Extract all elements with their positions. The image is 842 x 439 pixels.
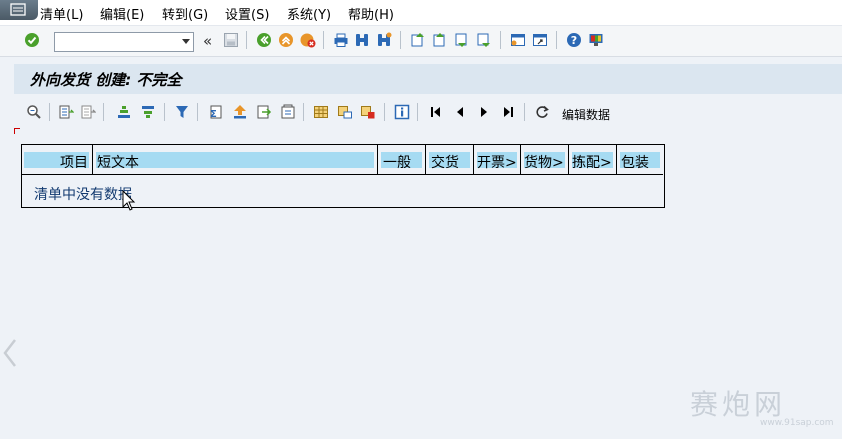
- customize-layout-icon[interactable]: [588, 32, 604, 48]
- details-icon[interactable]: [26, 104, 42, 120]
- column-header-goods[interactable]: 货物>: [521, 144, 569, 174]
- toolbar-separator: [524, 103, 525, 121]
- watermark-url: www.91sap.com: [760, 418, 834, 428]
- toolbar-separator: [417, 103, 418, 121]
- new-session-icon[interactable]: [510, 32, 526, 48]
- svg-text:?: ?: [571, 34, 577, 47]
- menu-bar: 清单(L) 编辑(E) 转到(G) 设置(S) 系统(Y) 帮助(H): [0, 0, 842, 26]
- help-icon[interactable]: ?: [566, 32, 582, 48]
- column-header-packing[interactable]: 包装: [617, 144, 663, 174]
- column-header-delivery[interactable]: 交货: [426, 144, 474, 174]
- toolbar-separator: [49, 103, 50, 121]
- toolbar-separator: [103, 103, 104, 121]
- menu-help[interactable]: 帮助(H): [348, 4, 394, 23]
- next-item-icon[interactable]: [476, 104, 492, 120]
- watermark-logo: 赛炮网: [690, 388, 787, 421]
- column-header-picking[interactable]: 拣配>: [569, 144, 617, 174]
- print-icon[interactable]: [333, 32, 349, 48]
- svg-text:Σ: Σ: [210, 109, 217, 120]
- system-menu-icon[interactable]: [0, 0, 38, 20]
- column-label: 包装: [621, 155, 649, 171]
- shortcut-icon[interactable]: [532, 32, 548, 48]
- empty-list-message: 清单中没有数据: [34, 187, 132, 203]
- choose-layout-icon[interactable]: [337, 104, 353, 120]
- menu-system[interactable]: 系统(Y): [287, 4, 331, 23]
- cancel-icon[interactable]: [300, 32, 316, 48]
- toolbar-separator: [556, 31, 557, 49]
- toolbar-separator: [197, 103, 198, 121]
- menu-goto[interactable]: 转到(G): [162, 4, 208, 23]
- print-preview-icon[interactable]: [280, 104, 296, 120]
- column-label: 交货: [431, 155, 459, 171]
- column-header-item[interactable]: 项目: [21, 144, 93, 174]
- filter-icon[interactable]: [174, 104, 190, 120]
- menu-edit[interactable]: 编辑(E): [100, 4, 144, 23]
- page-title: 外向发货 创建: 不完全: [30, 71, 182, 89]
- previous-item-icon[interactable]: [452, 104, 468, 120]
- column-header-short-text[interactable]: 短文本: [93, 144, 378, 174]
- information-icon[interactable]: [394, 104, 410, 120]
- mouse-cursor-icon: [122, 189, 136, 212]
- select-all-icon[interactable]: [58, 104, 75, 120]
- save-to-file-icon[interactable]: [256, 104, 272, 120]
- toolbar-separator: [400, 31, 401, 49]
- column-label: 一般: [383, 155, 411, 171]
- column-label: 拣配>: [572, 155, 612, 171]
- command-field[interactable]: [54, 32, 194, 52]
- toolbar-separator: [323, 31, 324, 49]
- refresh-icon[interactable]: [534, 104, 550, 120]
- next-page-icon[interactable]: [454, 32, 470, 48]
- chevron-left-icon[interactable]: [2, 338, 18, 368]
- last-item-icon[interactable]: [500, 104, 516, 120]
- toolbar-separator: [246, 31, 247, 49]
- table-header-row: 项目 短文本 一般 交货 开票> 货物> 拣配> 包装: [21, 144, 663, 175]
- menu-list[interactable]: 清单(L): [40, 4, 83, 23]
- screen-corner-marker: [14, 128, 20, 134]
- save-icon[interactable]: [223, 32, 239, 48]
- toolbar-separator: [500, 31, 501, 49]
- edit-data-button[interactable]: 编辑数据: [562, 106, 610, 123]
- column-label: 项目: [60, 155, 88, 171]
- toolbar-separator: [303, 103, 304, 121]
- exit-icon[interactable]: [278, 32, 294, 48]
- back-icon[interactable]: [256, 32, 272, 48]
- previous-page-icon[interactable]: [432, 32, 448, 48]
- menu-settings[interactable]: 设置(S): [225, 4, 269, 23]
- column-label: 开票>: [477, 155, 517, 171]
- sort-descending-icon[interactable]: [140, 104, 156, 120]
- toolbar-separator: [164, 103, 165, 121]
- collapse-command-icon[interactable]: «: [203, 32, 212, 50]
- last-page-icon[interactable]: [476, 32, 492, 48]
- find-next-icon[interactable]: [376, 32, 392, 48]
- deselect-all-icon[interactable]: [80, 104, 97, 120]
- sum-icon[interactable]: Σ: [207, 104, 223, 120]
- export-icon[interactable]: [232, 104, 248, 120]
- column-header-general[interactable]: 一般: [378, 144, 426, 174]
- column-label: 短文本: [97, 155, 139, 171]
- enter-checkmark-icon[interactable]: [24, 32, 40, 48]
- command-dropdown-icon[interactable]: [182, 39, 190, 44]
- sort-ascending-icon[interactable]: [116, 104, 132, 120]
- first-item-icon[interactable]: [428, 104, 444, 120]
- first-page-icon[interactable]: [410, 32, 426, 48]
- change-layout-icon[interactable]: [313, 104, 329, 120]
- find-icon[interactable]: [354, 32, 370, 48]
- column-header-billing[interactable]: 开票>: [474, 144, 521, 174]
- toolbar-separator: [384, 103, 385, 121]
- column-label: 货物>: [524, 155, 564, 171]
- save-layout-icon[interactable]: [360, 104, 376, 120]
